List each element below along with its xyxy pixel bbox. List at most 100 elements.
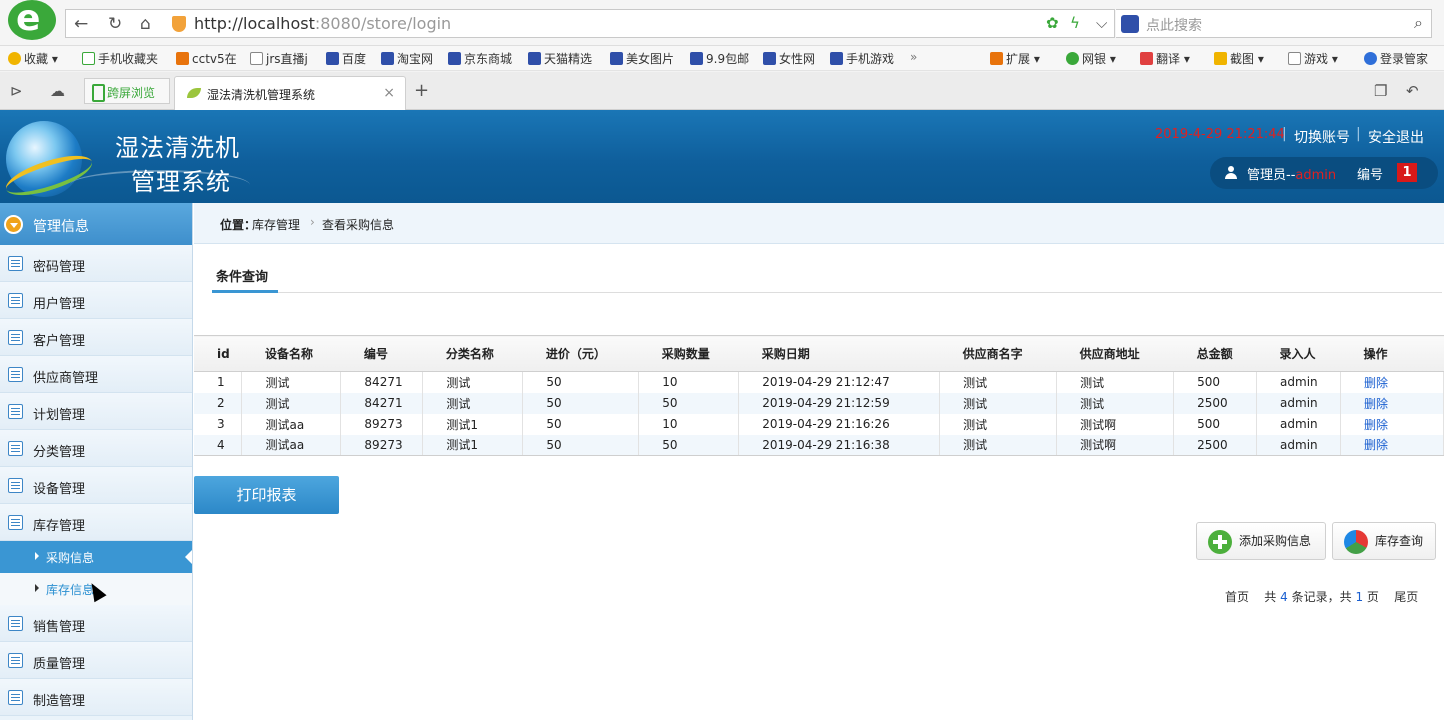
col-price: 进价（元）	[522, 335, 639, 372]
more-bookmarks-icon[interactable]: »	[910, 50, 917, 64]
cell: 84271	[340, 392, 424, 414]
sidebar-item-users[interactable]: 用户管理	[0, 282, 192, 319]
bookmark-games[interactable]: 手机游戏	[830, 50, 894, 67]
tab-cross-screen[interactable]: 跨屏浏览	[84, 78, 170, 104]
chevron-down-icon[interactable]: ⌵	[1096, 14, 1107, 32]
browser-logo-icon[interactable]: e	[6, 0, 58, 44]
last-page-link[interactable]: 尾页	[1394, 590, 1418, 604]
bookmark-99[interactable]: 9.9包邮	[690, 50, 749, 67]
bookmark-jd[interactable]: 京东商城	[448, 50, 512, 67]
home-icon[interactable]: ⌂	[140, 14, 151, 34]
tab-divider	[212, 292, 1442, 293]
bookmarks-bar: 收藏 ▾ 手机收藏夹 cctv5在 jrs直播j 百度 淘宝网 京东商城 天猫精…	[0, 46, 1444, 71]
reload-icon[interactable]: ↻	[108, 14, 122, 34]
caret-right-icon	[35, 552, 39, 560]
sidebar-toggle-icon[interactable]: ⊳	[10, 82, 23, 100]
tool-login-manager[interactable]: 登录管家	[1364, 50, 1428, 67]
sidebar-header[interactable]: 管理信息	[0, 203, 192, 245]
purchase-table: id 设备名称 编号 分类名称 进价（元） 采购数量 采购日期 供应商名字 供应…	[194, 335, 1444, 456]
breadcrumb-level1[interactable]: 库存管理	[252, 216, 300, 233]
bookmark-cctv5[interactable]: cctv5在	[176, 50, 237, 67]
cell: 1	[194, 371, 243, 393]
delete-link[interactable]: 删除	[1340, 392, 1444, 414]
switch-account-link[interactable]: 切换账号	[1294, 127, 1350, 147]
sidebar-item-manufacturing[interactable]: 制造管理	[0, 679, 192, 716]
bookmark-jrs[interactable]: jrs直播j	[250, 50, 308, 67]
delete-link[interactable]: 删除	[1340, 434, 1444, 456]
cell: 2500	[1173, 392, 1258, 414]
datetime: 2019-4-29 21:21:44	[1155, 127, 1285, 142]
list-icon	[8, 367, 23, 382]
bank-icon	[1066, 52, 1079, 65]
table-row: 2 测试 84271 测试 50 50 2019-04-29 21:12:59 …	[194, 392, 1444, 414]
tab-active[interactable]: 湿法清洗机管理系统 ×	[174, 76, 406, 110]
col-id: id	[194, 335, 242, 372]
paw-icon	[690, 52, 703, 65]
lightning-icon[interactable]: ϟ	[1070, 14, 1080, 32]
stock-query-button[interactable]: 库存查询	[1332, 522, 1436, 560]
sidebar-item-categories[interactable]: 分类管理	[0, 430, 192, 467]
security-shield-icon[interactable]	[172, 16, 186, 32]
cell: 500	[1173, 413, 1258, 435]
col-entered-by: 录入人	[1256, 335, 1341, 372]
total-records: 4	[1280, 590, 1288, 604]
cell: 测试	[422, 371, 524, 393]
back-icon[interactable]: ←	[74, 14, 88, 34]
bookmark-pics[interactable]: 美女图片	[610, 50, 674, 67]
bookmark-tmall[interactable]: 天猫精选	[528, 50, 592, 67]
undo-icon[interactable]: ↶	[1406, 82, 1419, 100]
search-box[interactable]: 点此搜索 ⌕	[1116, 9, 1432, 38]
print-report-button[interactable]: 打印报表	[194, 476, 339, 514]
close-icon[interactable]: ×	[383, 85, 395, 101]
sidebar-item-inventory[interactable]: 库存管理	[0, 504, 192, 541]
cell: 2019-04-29 21:16:38	[738, 434, 941, 456]
breadcrumb-label: 位置：	[220, 218, 257, 232]
list-icon	[8, 690, 23, 705]
tab-condition-query[interactable]: 条件查询	[216, 266, 268, 285]
cell: 4	[194, 434, 243, 456]
list-icon	[8, 515, 23, 530]
bookmark-baidu[interactable]: 百度	[326, 50, 366, 67]
col-code: 编号	[340, 335, 423, 372]
tool-games[interactable]: 游戏 ▾	[1288, 50, 1338, 67]
bookmark-taobao[interactable]: 淘宝网	[381, 50, 433, 67]
first-page-link[interactable]: 首页	[1225, 590, 1249, 604]
sidebar-item-devices[interactable]: 设备管理	[0, 467, 192, 504]
url-text[interactable]: http://localhost:8080/store/login	[194, 14, 451, 33]
sidebar-item-customers[interactable]: 客户管理	[0, 319, 192, 356]
sidebar-item-sales[interactable]: 销售管理	[0, 605, 192, 642]
collapse-icon	[4, 215, 23, 234]
breadcrumb: 位置： 库存管理 › 查看采购信息	[194, 203, 1444, 244]
list-icon	[8, 256, 23, 271]
logout-link[interactable]: 安全退出	[1368, 127, 1424, 147]
refresh-green-icon[interactable]: ✿	[1046, 14, 1059, 32]
delete-link[interactable]: 删除	[1340, 371, 1444, 393]
breadcrumb-separator: ›	[310, 215, 315, 229]
bookmark-mobile[interactable]: 手机收藏夹	[82, 50, 158, 67]
add-purchase-button[interactable]: 添加采购信息	[1196, 522, 1326, 560]
sidebar-subitem-purchase[interactable]: 采购信息	[0, 541, 192, 573]
bookmark-favorites[interactable]: 收藏 ▾	[8, 50, 58, 67]
paw-icon	[448, 52, 461, 65]
browser-chrome: e ← ↻ ⌂ http://localhost:8080/store/logi…	[0, 0, 1444, 110]
sidebar-item-quality[interactable]: 质量管理	[0, 642, 192, 679]
bookmark-women[interactable]: 女性网	[763, 50, 815, 67]
new-tab-icon[interactable]: +	[414, 80, 429, 101]
cell: 测试	[939, 371, 1058, 393]
pie-chart-icon	[1344, 530, 1368, 554]
cell: 2019-04-29 21:16:26	[738, 413, 941, 435]
number-label: 编号	[1357, 168, 1384, 183]
tool-screenshot[interactable]: 截图 ▾	[1214, 50, 1264, 67]
tool-bank[interactable]: 网银 ▾	[1066, 50, 1116, 67]
sidebar-item-suppliers[interactable]: 供应商管理	[0, 356, 192, 393]
address-bar[interactable]: ← ↻ ⌂ http://localhost:8080/store/login …	[65, 9, 1115, 38]
table-row: 3 测试aa 89273 测试1 50 10 2019-04-29 21:16:…	[194, 413, 1444, 435]
tool-extensions[interactable]: 扩展 ▾	[990, 50, 1040, 67]
sidebar-item-password[interactable]: 密码管理	[0, 245, 192, 282]
cloud-icon[interactable]: ☁	[50, 82, 65, 100]
restore-icon[interactable]: ❐	[1374, 82, 1387, 100]
delete-link[interactable]: 删除	[1340, 413, 1444, 435]
tool-translate[interactable]: 翻译 ▾	[1140, 50, 1190, 67]
sidebar-item-plans[interactable]: 计划管理	[0, 393, 192, 430]
search-icon[interactable]: ⌕	[1414, 13, 1423, 33]
